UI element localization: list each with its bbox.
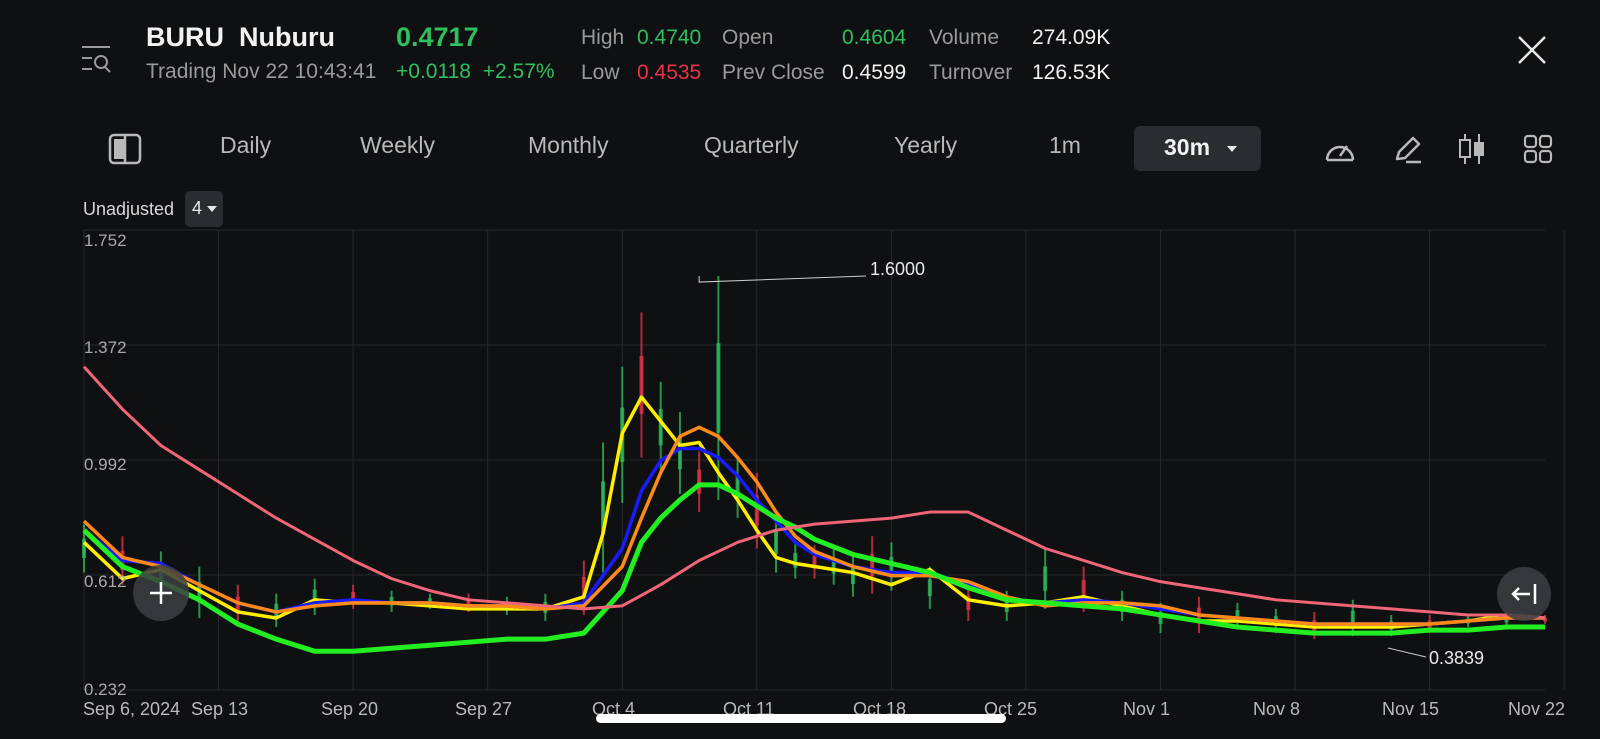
- ma-line-1: [82, 446, 1545, 626]
- x-tick-label: Sep 6, 2024: [83, 699, 181, 719]
- candle-body: [927, 579, 932, 597]
- y-tick-label: 1.372: [84, 338, 127, 357]
- x-tick-label: Sep 13: [191, 699, 249, 719]
- candle-body: [716, 343, 721, 433]
- y-tick-label: 0.232: [84, 680, 127, 699]
- candle-body: [774, 530, 779, 555]
- ma-line-4: [82, 365, 1546, 620]
- low-annotation-leader: [1387, 647, 1427, 658]
- y-tick-label: 0.992: [84, 455, 127, 474]
- candle-body: [850, 567, 855, 585]
- crosshair-plus-icon[interactable]: [133, 565, 189, 621]
- candle-body: [793, 553, 798, 568]
- low-annotation: 0.3839: [1429, 648, 1485, 668]
- candle-body: [1043, 566, 1048, 591]
- x-tick-label: Nov 15: [1382, 699, 1440, 719]
- x-tick-label: Nov 1: [1123, 699, 1171, 719]
- high-annotation: 1.6000: [870, 259, 926, 279]
- y-tick-label: 1.752: [84, 231, 127, 250]
- x-tick-label: Sep 20: [321, 699, 379, 719]
- candle-body: [697, 469, 702, 494]
- home-indicator: [596, 714, 1006, 723]
- candle-body: [658, 409, 663, 446]
- x-tick-label: Sep 27: [455, 699, 513, 719]
- price-chart[interactable]: [0, 0, 1600, 739]
- ma-line-0: [82, 395, 1546, 629]
- high-annotation-leader: [698, 275, 867, 283]
- candle-body: [639, 355, 644, 414]
- x-tick-label: Nov 8: [1253, 699, 1301, 719]
- x-tick-label: Nov 22: [1508, 699, 1566, 719]
- y-tick-label: 0.612: [84, 572, 127, 591]
- collapse-arrow-icon[interactable]: [1497, 567, 1551, 621]
